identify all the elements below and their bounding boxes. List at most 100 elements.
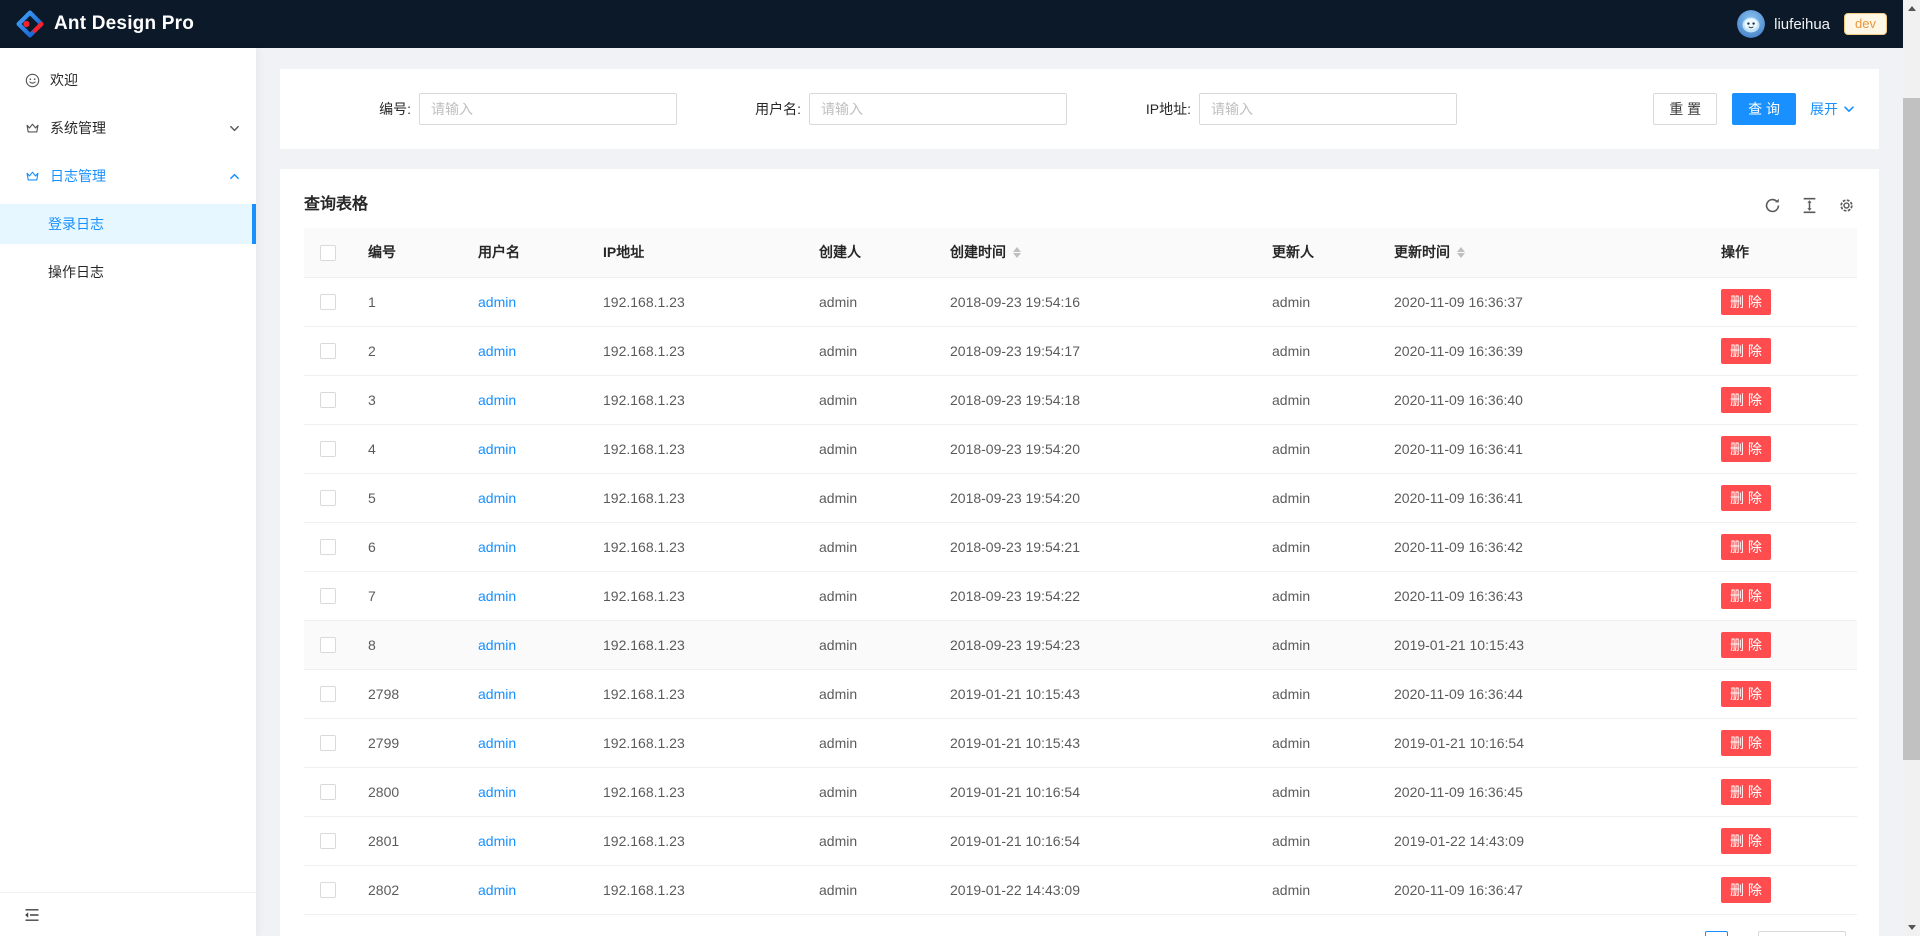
cell-ip: 192.168.1.23 xyxy=(587,816,803,865)
vertical-scrollbar[interactable] xyxy=(1903,0,1920,936)
form-item-username: 用户名: xyxy=(694,93,1067,125)
cell-creator: admin xyxy=(803,424,934,473)
username-link[interactable]: admin xyxy=(478,735,516,751)
column-header-action: 操作 xyxy=(1705,228,1857,277)
username-field-label: 用户名: xyxy=(694,99,809,119)
username-link[interactable]: admin xyxy=(478,833,516,849)
sorter-icon[interactable] xyxy=(1013,247,1021,258)
cell-updater: admin xyxy=(1256,865,1378,914)
column-header-creator: 创建人 xyxy=(803,228,934,277)
sidebar-item-label: 操作日志 xyxy=(48,262,104,282)
settings-gear-icon[interactable] xyxy=(1838,197,1855,214)
scrollbar-down-arrow[interactable] xyxy=(1903,919,1920,936)
username-link[interactable]: admin xyxy=(478,343,516,359)
user-avatar[interactable] xyxy=(1737,10,1765,38)
table-row: 2801 admin 192.168.1.23 admin 2019-01-21… xyxy=(304,816,1857,865)
table-row: 6 admin 192.168.1.23 admin 2018-09-23 19… xyxy=(304,522,1857,571)
logo-wrap[interactable]: Ant Design Pro xyxy=(16,10,194,38)
cell-updated: 2019-01-21 10:16:54 xyxy=(1378,718,1705,767)
delete-button[interactable]: 删 除 xyxy=(1721,338,1771,364)
delete-button[interactable]: 删 除 xyxy=(1721,583,1771,609)
row-checkbox[interactable] xyxy=(320,833,336,849)
username-link[interactable]: admin xyxy=(478,637,516,653)
sidebar-item-log-management[interactable]: 日志管理 xyxy=(0,156,256,196)
smile-icon xyxy=(24,72,40,88)
select-all-checkbox[interactable] xyxy=(320,245,336,261)
sidebar-item-login-log[interactable]: 登录日志 xyxy=(0,204,256,244)
delete-button[interactable]: 删 除 xyxy=(1721,387,1771,413)
cell-updater: admin xyxy=(1256,620,1378,669)
username-link[interactable]: admin xyxy=(478,539,516,555)
delete-button[interactable]: 删 除 xyxy=(1721,485,1771,511)
row-checkbox[interactable] xyxy=(320,392,336,408)
username-link[interactable]: admin xyxy=(478,588,516,604)
expand-link[interactable]: 展开 xyxy=(1810,99,1855,119)
username-link[interactable]: admin xyxy=(478,294,516,310)
sidebar-item-welcome[interactable]: 欢迎 xyxy=(0,60,256,100)
reset-button[interactable]: 重 置 xyxy=(1653,93,1717,125)
cell-ip: 192.168.1.23 xyxy=(587,326,803,375)
column-header-created[interactable]: 创建时间 xyxy=(934,228,1256,277)
username-label[interactable]: liufeihua xyxy=(1774,16,1830,33)
row-checkbox[interactable] xyxy=(320,539,336,555)
form-item-ip: IP地址: xyxy=(1084,93,1457,125)
query-table: 编号 用户名 IP地址 创建人 创建时间 更新 xyxy=(304,228,1857,915)
cell-updated: 2019-01-22 14:43:09 xyxy=(1378,816,1705,865)
username-link[interactable]: admin xyxy=(478,686,516,702)
sidebar-item-system-management[interactable]: 系统管理 xyxy=(0,108,256,148)
delete-button[interactable]: 删 除 xyxy=(1721,289,1771,315)
ip-input[interactable] xyxy=(1199,93,1457,125)
cell-id: 2801 xyxy=(352,816,462,865)
sidebar-item-label: 欢迎 xyxy=(50,70,78,90)
username-link[interactable]: admin xyxy=(478,441,516,457)
page-size-select[interactable] xyxy=(1758,931,1846,936)
row-checkbox[interactable] xyxy=(320,588,336,604)
row-checkbox[interactable] xyxy=(320,441,336,457)
delete-button[interactable]: 删 除 xyxy=(1721,681,1771,707)
username-link[interactable]: admin xyxy=(478,882,516,898)
id-input[interactable] xyxy=(419,93,677,125)
row-checkbox[interactable] xyxy=(320,735,336,751)
cell-id: 2798 xyxy=(352,669,462,718)
sidebar-item-operation-log[interactable]: 操作日志 xyxy=(0,252,256,292)
cell-ip: 192.168.1.23 xyxy=(587,767,803,816)
delete-button[interactable]: 删 除 xyxy=(1721,730,1771,756)
column-height-icon[interactable] xyxy=(1801,197,1818,214)
row-checkbox[interactable] xyxy=(320,490,336,506)
username-link[interactable]: admin xyxy=(478,392,516,408)
column-header-created-label: 创建时间 xyxy=(950,242,1006,262)
delete-button[interactable]: 删 除 xyxy=(1721,877,1771,903)
cell-id: 8 xyxy=(352,620,462,669)
scrollbar-up-arrow[interactable] xyxy=(1903,0,1920,17)
table-title: 查询表格 xyxy=(304,190,368,214)
row-checkbox[interactable] xyxy=(320,784,336,800)
column-header-updated[interactable]: 更新时间 xyxy=(1378,228,1705,277)
delete-button[interactable]: 删 除 xyxy=(1721,779,1771,805)
cell-updater: admin xyxy=(1256,375,1378,424)
row-checkbox[interactable] xyxy=(320,294,336,310)
username-link[interactable]: admin xyxy=(478,490,516,506)
delete-button[interactable]: 删 除 xyxy=(1721,436,1771,462)
username-link[interactable]: admin xyxy=(478,784,516,800)
table-row: 2800 admin 192.168.1.23 admin 2019-01-21… xyxy=(304,767,1857,816)
cell-ip: 192.168.1.23 xyxy=(587,620,803,669)
delete-button[interactable]: 删 除 xyxy=(1721,534,1771,560)
query-button[interactable]: 查 询 xyxy=(1732,93,1796,125)
row-checkbox[interactable] xyxy=(320,686,336,702)
username-input[interactable] xyxy=(809,93,1067,125)
pagination-page-button[interactable] xyxy=(1705,931,1728,936)
row-checkbox[interactable] xyxy=(320,637,336,653)
delete-button[interactable]: 删 除 xyxy=(1721,632,1771,658)
delete-button[interactable]: 删 除 xyxy=(1721,828,1771,854)
cell-ip: 192.168.1.23 xyxy=(587,669,803,718)
row-checkbox[interactable] xyxy=(320,882,336,898)
scrollbar-thumb[interactable] xyxy=(1903,98,1920,760)
cell-id: 7 xyxy=(352,571,462,620)
cell-updated: 2019-01-21 10:15:43 xyxy=(1378,620,1705,669)
sorter-icon[interactable] xyxy=(1457,247,1465,258)
menu-fold-icon[interactable] xyxy=(24,907,40,923)
reload-icon[interactable] xyxy=(1764,197,1781,214)
row-checkbox[interactable] xyxy=(320,343,336,359)
cell-creator: admin xyxy=(803,473,934,522)
table-row: 4 admin 192.168.1.23 admin 2018-09-23 19… xyxy=(304,424,1857,473)
